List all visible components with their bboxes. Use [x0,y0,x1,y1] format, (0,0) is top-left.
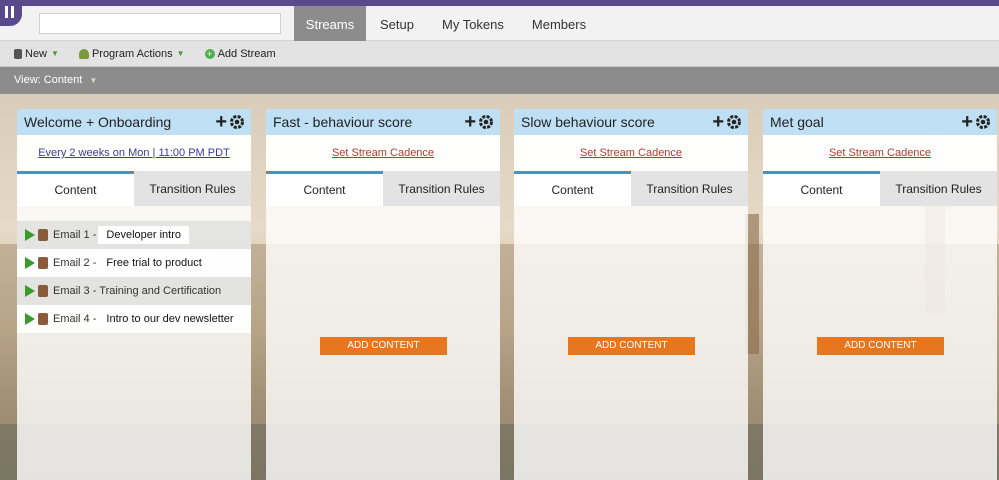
stream-header: Fast - behaviour score + [266,109,500,135]
email-name: Email 3 - Training and Certification [53,285,222,297]
tab-transition-rules[interactable]: Transition Rules [631,171,748,206]
program-actions-icon [78,48,89,59]
email-name: Email 1 - [53,229,97,241]
stream-tabs: Content Transition Rules [763,171,997,206]
content-list: Email 1 - Developer intro Email 2 - Free… [17,221,251,333]
stream-column-slow: Slow behaviour score + Set Stream Cadenc… [514,109,748,480]
program-actions-button[interactable]: Program Actions ▼ [78,47,185,60]
tab-transition-rules[interactable]: Transition Rules [134,171,251,206]
play-icon[interactable] [25,257,35,269]
stream-title: Slow behaviour score [521,114,655,130]
set-stream-cadence-link[interactable]: Set Stream Cadence [763,135,997,171]
stream-title: Fast - behaviour score [273,114,413,130]
stream-tabs: Content Transition Rules [266,171,500,206]
add-icon[interactable]: + [712,112,724,132]
stream-header: Met goal + [763,109,997,135]
gear-icon[interactable] [478,114,494,130]
set-stream-cadence-link[interactable]: Set Stream Cadence [514,135,748,171]
email-note: Intro to our dev newsletter [98,310,242,328]
play-icon[interactable] [25,285,35,297]
email-icon [38,285,48,297]
program-actions-label: Program Actions [91,47,173,60]
email-name: Email 2 - [53,257,97,269]
add-icon[interactable]: + [464,112,476,132]
list-item[interactable]: Email 2 - Free trial to product [17,249,251,277]
list-item[interactable]: Email 1 - Developer intro [17,221,251,249]
tab-content[interactable]: Content [266,171,383,206]
email-icon [38,257,48,269]
tab-transition-rules[interactable]: Transition Rules [383,171,500,206]
add-icon[interactable]: + [215,112,227,132]
stream-column-welcome: Welcome + Onboarding + Every 2 weeks on … [17,109,251,480]
gear-icon[interactable] [726,114,742,130]
toolbar: New ▼ Program Actions ▼ + Add Stream [0,41,999,67]
tab-content[interactable]: Content [763,171,880,206]
gear-icon[interactable] [975,114,991,130]
gear-icon[interactable] [229,114,245,130]
set-stream-cadence-link[interactable]: Set Stream Cadence [266,135,500,171]
add-stream-button[interactable]: + Add Stream [204,47,276,60]
stream-header: Welcome + Onboarding + [17,109,251,135]
add-content-button[interactable]: ADD CONTENT [817,337,944,355]
tab-my-tokens[interactable]: My Tokens [428,6,518,41]
stream-tabs: Content Transition Rules [17,171,251,206]
stream-title: Welcome + Onboarding [24,114,172,130]
search-input[interactable] [39,13,281,34]
play-icon[interactable] [25,229,35,241]
stream-column-met-goal: Met goal + Set Stream Cadence Content Tr… [763,109,997,480]
tab-content[interactable]: Content [514,171,631,206]
tab-members[interactable]: Members [518,6,600,41]
play-icon[interactable] [25,313,35,325]
add-icon[interactable]: + [961,112,973,132]
email-note: Developer intro [98,226,189,244]
list-item[interactable]: Email 3 - Training and Certification [17,277,251,305]
stream-column-fast: Fast - behaviour score + Set Stream Cade… [266,109,500,480]
chevron-down-icon: ▼ [176,49,185,58]
chevron-down-icon: ▼ [51,49,59,58]
chevron-down-icon: ▼ [89,76,98,85]
top-nav-bar: Streams Setup My Tokens Members [0,6,999,41]
tab-setup[interactable]: Setup [366,6,428,41]
main-tabs: Streams Setup My Tokens Members [294,6,600,41]
list-item[interactable]: Email 4 - Intro to our dev newsletter [17,305,251,333]
view-selector[interactable]: View: Content ▼ [0,67,999,94]
tab-content[interactable]: Content [17,171,134,206]
stream-header: Slow behaviour score + [514,109,748,135]
email-icon [38,313,48,325]
add-content-button[interactable]: ADD CONTENT [568,337,695,355]
view-label: View: Content [14,74,83,86]
email-name: Email 4 - [53,313,97,325]
stream-cadence-link[interactable]: Every 2 weeks on Mon | 11:00 PM PDT [17,135,251,171]
add-stream-label: Add Stream [217,47,276,60]
tab-streams[interactable]: Streams [294,6,366,41]
new-label: New [25,47,48,60]
add-content-button[interactable]: ADD CONTENT [320,337,447,355]
app-logo-icon[interactable] [0,0,22,26]
email-icon [38,229,48,241]
new-button[interactable]: New ▼ [14,48,59,60]
tab-transition-rules[interactable]: Transition Rules [880,171,997,206]
add-icon: + [204,48,215,59]
stream-tabs: Content Transition Rules [514,171,748,206]
stream-title: Met goal [770,114,824,130]
email-note: Free trial to product [98,254,210,272]
new-icon [14,48,22,59]
